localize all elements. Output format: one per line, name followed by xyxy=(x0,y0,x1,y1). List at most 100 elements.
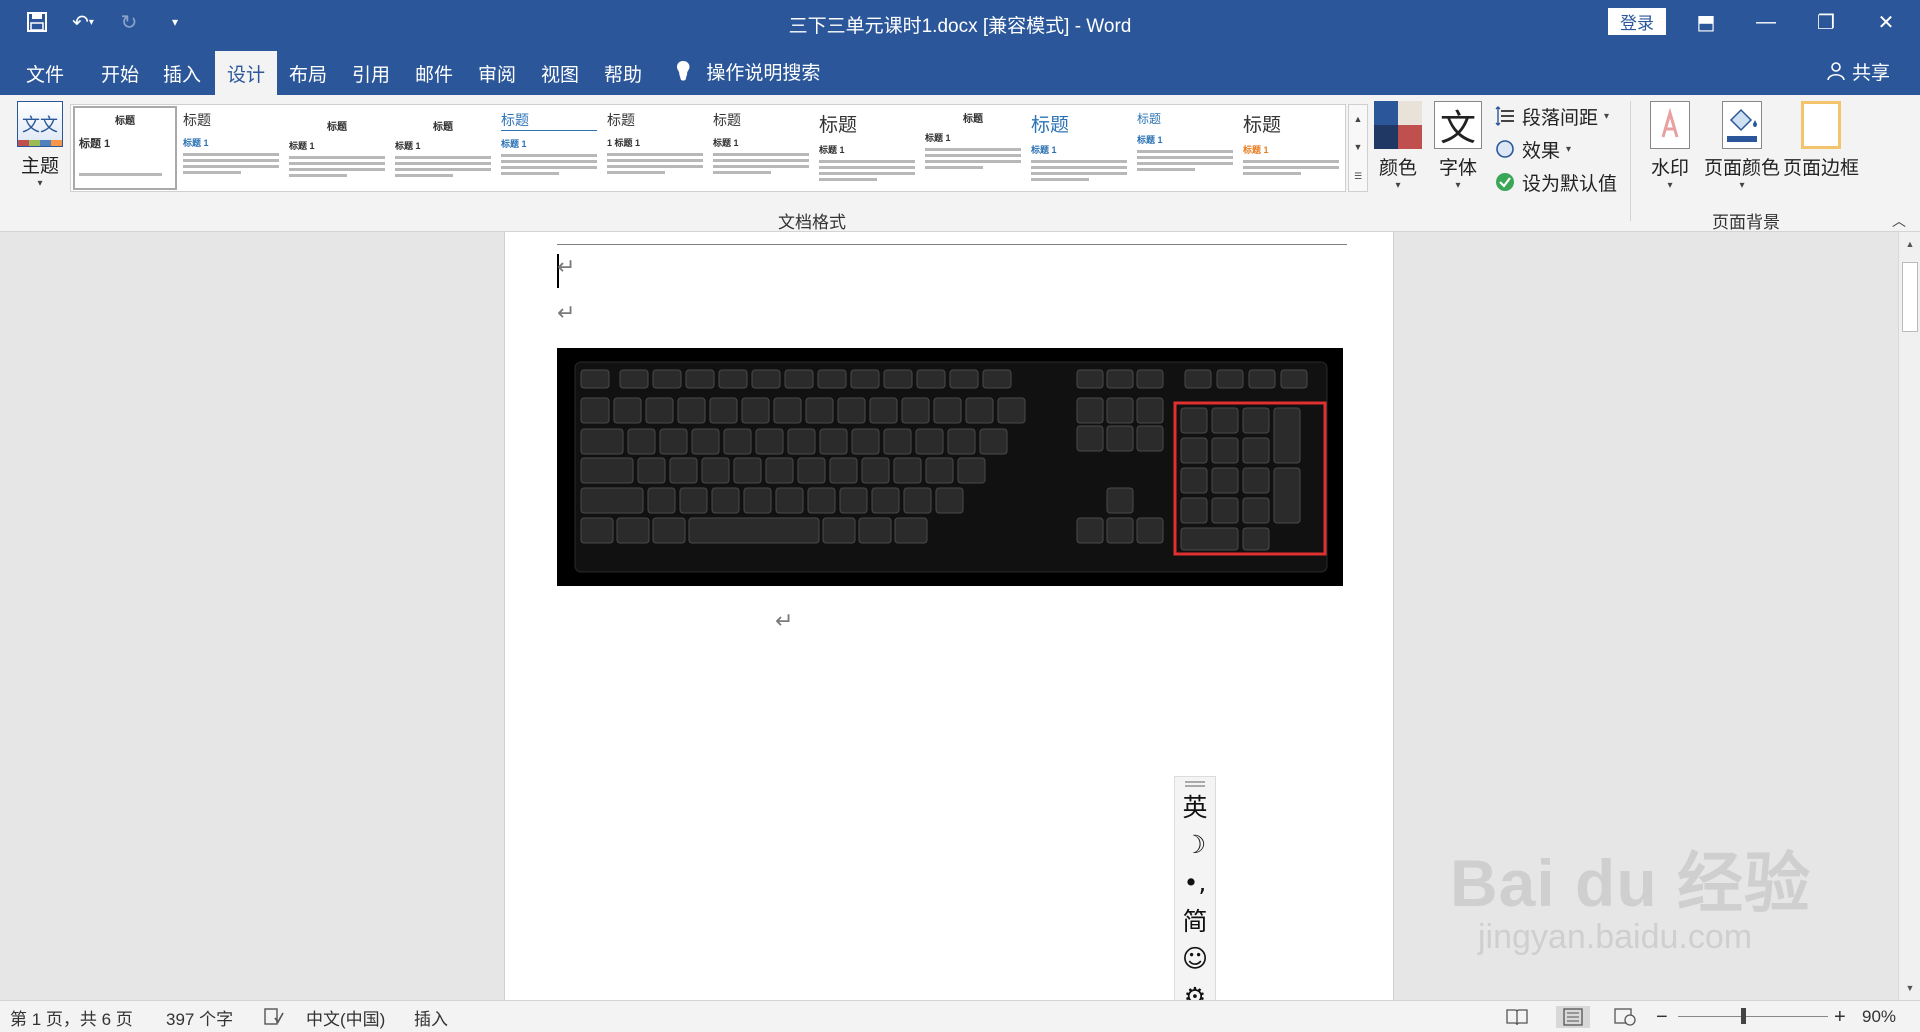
tab-view[interactable]: 视图 xyxy=(530,51,590,95)
gallery-scroll: ▲ ▼ ☰ xyxy=(1348,104,1368,192)
zoom-in-button[interactable]: + xyxy=(1834,1006,1846,1028)
tab-mailings[interactable]: 邮件 xyxy=(404,51,464,95)
page-borders-button[interactable]: 页面边框 xyxy=(1778,101,1864,180)
keyboard-key xyxy=(1280,369,1308,389)
paragraph-spacing-label: 段落间距 xyxy=(1522,107,1599,129)
keyboard-key xyxy=(797,457,826,484)
scroll-down-icon[interactable]: ▼ xyxy=(1899,978,1920,998)
style-set-item[interactable]: 标题 标题 1 xyxy=(285,106,389,190)
gallery-scroll-down-icon[interactable]: ▼ xyxy=(1354,142,1363,152)
keyboard-key xyxy=(652,369,682,389)
style-set-item[interactable]: 标题 标题 1 xyxy=(709,106,813,190)
vertical-scrollbar[interactable]: ▲ ▼ xyxy=(1898,232,1920,1000)
keyboard-key xyxy=(709,397,738,424)
gallery-scroll-up-icon[interactable]: ▲ xyxy=(1354,114,1363,124)
style-heading: 标题 1 xyxy=(395,141,421,151)
page-count[interactable]: 第 1 页，共 6 页 xyxy=(10,1006,133,1029)
gallery-more-icon[interactable]: ☰ xyxy=(1354,171,1362,182)
punctuation-icon[interactable]: •, xyxy=(1184,863,1207,901)
keyboard-key xyxy=(1180,527,1239,551)
tab-design[interactable]: 设计 xyxy=(215,51,277,95)
style-set-item[interactable]: 标题 标题 1 xyxy=(921,106,1025,190)
print-layout-icon[interactable] xyxy=(1556,1006,1590,1028)
keyboard-key xyxy=(883,369,913,389)
page-color-button[interactable]: 页面颜色 ▾ xyxy=(1700,101,1784,191)
style-set-item[interactable]: 标题 标题 1 xyxy=(1239,106,1343,190)
login-button[interactable]: 登录 xyxy=(1608,8,1666,35)
person-icon xyxy=(1827,62,1845,81)
word-count[interactable]: 397 个字 xyxy=(166,1006,233,1029)
keyboard-key xyxy=(580,457,634,484)
effects-button[interactable]: 效果 ▾ xyxy=(1494,136,1617,162)
read-mode-icon[interactable] xyxy=(1506,1006,1528,1028)
paragraph-spacing-button[interactable]: 段落间距 ▾ xyxy=(1494,103,1617,129)
keyboard-image[interactable] xyxy=(557,348,1343,586)
insert-mode[interactable]: 插入 xyxy=(414,1006,448,1029)
moon-icon[interactable]: ☽ xyxy=(1184,825,1206,863)
web-layout-icon[interactable] xyxy=(1614,1006,1636,1028)
tab-file[interactable]: 文件 xyxy=(14,51,76,95)
zoom-out-button[interactable]: − xyxy=(1656,1006,1668,1028)
save-icon[interactable] xyxy=(22,8,52,36)
zoom-slider-track[interactable] xyxy=(1678,1016,1828,1017)
themes-button[interactable]: 文文 主题 ▾ xyxy=(12,101,68,197)
zoom-level[interactable]: 90% xyxy=(1862,1006,1896,1028)
keyboard-key xyxy=(580,517,614,544)
watermark-button[interactable]: 水印 ▾ xyxy=(1650,101,1690,191)
scrollbar-thumb[interactable] xyxy=(1902,262,1918,332)
colors-button[interactable]: 颜色 ▾ xyxy=(1374,101,1422,191)
keyboard-key xyxy=(869,397,898,424)
ime-language-toggle[interactable]: 英 xyxy=(1182,787,1207,825)
style-set-item[interactable]: 标题 标题 1 xyxy=(391,106,495,190)
proofing-icon[interactable] xyxy=(264,1006,284,1028)
zoom-slider-thumb[interactable] xyxy=(1741,1008,1746,1024)
undo-button[interactable]: ↶ ▾ xyxy=(68,8,98,36)
ribbon-design: 文文 主题 ▾ 标题 标题 1 标题 标题 1 标题 标题 1 标题 标题 1 … xyxy=(0,95,1920,232)
redo-icon[interactable]: ↻ xyxy=(114,8,144,36)
chevron-down-icon: ▾ xyxy=(37,178,43,189)
style-set-item[interactable]: 标题 标题 1 xyxy=(179,106,283,190)
close-button[interactable]: ✕ xyxy=(1856,0,1916,45)
style-heading: 标题 1 xyxy=(183,138,209,148)
fonts-button[interactable]: 文 字体 ▾ xyxy=(1434,101,1482,191)
keyboard-key xyxy=(817,369,847,389)
style-heading: 标题 1 xyxy=(925,133,951,143)
collapse-ribbon-icon[interactable]: ︿ xyxy=(1892,211,1906,231)
tell-me-label: 操作说明搜索 xyxy=(706,62,821,84)
tab-layout[interactable]: 布局 xyxy=(278,51,338,95)
style-set-item[interactable]: 标题 标题 1 xyxy=(1027,106,1131,190)
tab-help[interactable]: 帮助 xyxy=(593,51,653,95)
keyboard-key xyxy=(1106,397,1134,424)
scroll-up-icon[interactable]: ▲ xyxy=(1899,234,1920,254)
style-set-item[interactable]: 标题 标题 1 xyxy=(497,106,601,190)
customize-qat-icon[interactable]: ▾ xyxy=(160,8,190,36)
language-indicator[interactable]: 中文(中国) xyxy=(306,1006,385,1029)
restore-button[interactable]: ❐ xyxy=(1796,0,1856,45)
style-heading: 标题 1 xyxy=(713,138,739,148)
style-title: 标题 xyxy=(607,113,635,129)
tab-references[interactable]: 引用 xyxy=(341,51,401,95)
tab-review[interactable]: 审阅 xyxy=(467,51,527,95)
style-set-item[interactable]: 标题 标题 1 xyxy=(815,106,919,190)
style-set-item[interactable]: 标题 1 标题 1 xyxy=(603,106,707,190)
quick-access-toolbar: ↶ ▾ ↻ ▾ xyxy=(22,8,190,36)
ime-simplified-toggle[interactable]: 简 xyxy=(1182,901,1207,939)
themes-icon: 文文 xyxy=(17,101,63,147)
share-button[interactable]: 共享 xyxy=(1826,53,1890,89)
tell-me-search[interactable]: 💡 操作说明搜索 xyxy=(672,51,820,91)
emoji-icon[interactable]: ☺ xyxy=(1182,939,1208,977)
tab-home[interactable]: 开始 xyxy=(90,51,150,95)
keyboard-key xyxy=(850,369,880,389)
checkmark-icon xyxy=(1494,171,1516,193)
keyboard-key xyxy=(822,517,856,544)
share-label: 共享 xyxy=(1852,62,1891,84)
tab-insert[interactable]: 插入 xyxy=(152,51,212,95)
set-default-button[interactable]: 设为默认值 xyxy=(1494,169,1617,195)
undo-dropdown-icon[interactable]: ▾ xyxy=(89,17,94,28)
chevron-down-icon: ▾ xyxy=(1566,143,1572,155)
minimize-button[interactable]: — xyxy=(1736,0,1796,45)
document-page[interactable]: ↵ ↵ ↵ xyxy=(504,232,1394,1000)
ribbon-display-options-icon[interactable]: ⬒ xyxy=(1676,0,1736,45)
style-set-item[interactable]: 标题 标题 1 xyxy=(73,106,177,190)
style-set-item[interactable]: 标题 标题 1 xyxy=(1133,106,1237,190)
